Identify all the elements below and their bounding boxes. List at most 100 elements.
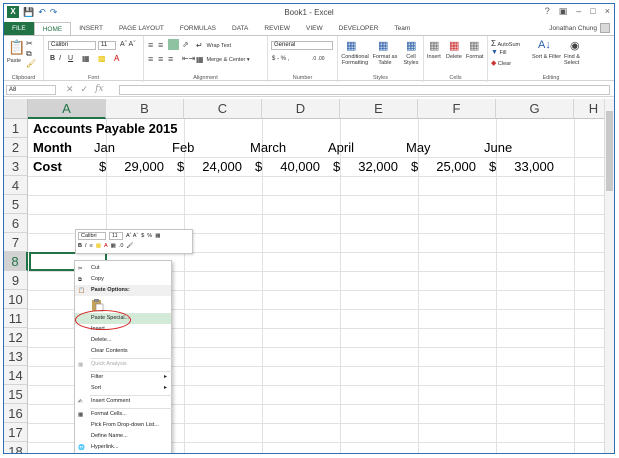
column-header-f[interactable]: F <box>418 99 496 119</box>
column-header-g[interactable]: G <box>496 99 574 119</box>
italic-button[interactable]: I <box>59 55 61 62</box>
format-painter-icon[interactable]: 🖌 <box>26 59 36 68</box>
column-header-c[interactable]: C <box>184 99 262 119</box>
fill-color-icon[interactable]: ▩ <box>98 54 106 63</box>
tab-home[interactable]: HOME <box>33 22 72 35</box>
cell-styles-icon[interactable]: ▦ <box>406 39 416 52</box>
mini-format-icon[interactable]: ▦ <box>155 233 160 239</box>
tab-developer[interactable]: DEVELOPER <box>331 22 387 35</box>
row-header-3[interactable]: 3 <box>4 157 28 176</box>
row-header-17[interactable]: 17 <box>4 423 28 442</box>
cancel-icon[interactable]: ✕ <box>66 84 74 95</box>
borders-icon[interactable]: ▦ <box>82 54 90 63</box>
mini-grow-font-icon[interactable]: Aˆ Aˇ <box>126 233 138 239</box>
ribbon-display-icon[interactable]: ▣ <box>559 6 568 17</box>
user-account[interactable]: Jonathan Chung <box>549 23 610 33</box>
cell-f2-month[interactable]: May <box>406 138 431 157</box>
tab-file[interactable]: FILE <box>4 22 34 35</box>
row-header-1[interactable]: 1 <box>4 119 28 138</box>
cell-a3-cost-label[interactable]: Cost <box>33 157 62 176</box>
column-header-e[interactable]: E <box>340 99 418 119</box>
find-select-button[interactable]: Find & Select <box>564 54 594 66</box>
row-header-9[interactable]: 9 <box>4 271 28 290</box>
accounting-format-button[interactable]: $ - % , <box>272 56 289 62</box>
cell-c2-month[interactable]: Feb <box>172 138 194 157</box>
row-header-2[interactable]: 2 <box>4 138 28 157</box>
format-cells-icon[interactable]: ▦ <box>469 39 479 52</box>
bold-button[interactable]: B <box>50 55 55 62</box>
row-header-10[interactable]: 10 <box>4 290 28 309</box>
top-align-icon[interactable]: ≡ <box>148 40 153 50</box>
row-header-13[interactable]: 13 <box>4 347 28 366</box>
cell-c3-cost[interactable]: 24,000 <box>202 157 242 176</box>
grow-font-icon[interactable]: Aˆ Aˇ <box>120 41 136 48</box>
paste-icon[interactable]: 📋 <box>8 39 25 56</box>
clear-button[interactable]: ◆ Clear <box>491 59 511 67</box>
align-center-icon[interactable]: ≡ <box>158 54 163 64</box>
cell-a1-title[interactable]: Accounts Payable 2015 <box>33 119 178 138</box>
row-header-8[interactable]: 8 <box>4 252 28 271</box>
mini-percent-button[interactable]: % <box>147 233 152 239</box>
wrap-text-button[interactable]: ↵ Wrap Text <box>196 41 231 50</box>
delete-cells-icon[interactable]: ▦ <box>449 39 459 52</box>
row-header-6[interactable]: 6 <box>4 214 28 233</box>
conditional-formatting-icon[interactable]: ▦ <box>346 39 356 52</box>
mini-currency-button[interactable]: $ <box>141 233 144 239</box>
formula-input[interactable] <box>119 85 610 95</box>
cell-e2-month[interactable]: April <box>328 138 354 157</box>
menu-item-clear-contents[interactable]: Clear Contents <box>75 346 171 357</box>
row-header-11[interactable]: 11 <box>4 309 28 328</box>
middle-align-icon[interactable]: ≡ <box>158 40 163 50</box>
row-header-16[interactable]: 16 <box>4 404 28 423</box>
select-all-corner[interactable] <box>4 99 28 119</box>
conditional-formatting-button[interactable]: Conditional Formatting <box>340 54 370 66</box>
close-button[interactable]: × <box>605 6 610 17</box>
cell-d2-month[interactable]: March <box>250 138 286 157</box>
cell-styles-button[interactable]: Cell Styles <box>400 54 422 66</box>
merge-center-button[interactable]: ▦ Merge & Center ▾ <box>196 55 250 64</box>
mini-italic-button[interactable]: I <box>85 243 87 249</box>
cell-g2-month[interactable]: June <box>484 138 512 157</box>
row-header-14[interactable]: 14 <box>4 366 28 385</box>
maximize-button[interactable]: □ <box>590 6 595 17</box>
column-header-b[interactable]: B <box>106 99 184 119</box>
fill-button[interactable]: ▼ Fill <box>491 49 507 56</box>
row-header-7[interactable]: 7 <box>4 233 28 252</box>
delete-cells-button[interactable]: Delete <box>446 54 462 60</box>
menu-item-delete[interactable]: Delete... <box>75 335 171 346</box>
row-header-4[interactable]: 4 <box>4 176 28 195</box>
menu-item-filter[interactable]: Filter ▸ <box>75 372 171 383</box>
font-name-dropdown[interactable]: Calibri <box>48 41 96 50</box>
insert-cells-button[interactable]: Insert <box>427 54 441 60</box>
tab-data[interactable]: DATA <box>224 22 256 35</box>
number-format-dropdown[interactable]: General <box>271 41 333 50</box>
paste-button[interactable]: Paste <box>7 58 21 64</box>
cell-b3-cost[interactable]: 29,000 <box>124 157 164 176</box>
enter-icon[interactable]: ✓ <box>81 84 89 95</box>
tab-formulas[interactable]: FORMULAS <box>172 22 224 35</box>
mini-format-painter-icon[interactable]: 🖌 <box>126 243 133 249</box>
align-left-icon[interactable]: ≡ <box>148 54 153 64</box>
sort-filter-button[interactable]: Sort & Filter <box>532 54 562 60</box>
insert-cells-icon[interactable]: ▦ <box>429 39 439 52</box>
menu-item-format-cells[interactable]: ▦ Format Cells... <box>75 409 171 420</box>
menu-item-define-name[interactable]: Define Name... <box>75 431 171 442</box>
mini-fill-color-icon[interactable]: ▩ <box>96 243 101 249</box>
align-right-icon[interactable]: ≡ <box>168 54 173 64</box>
cell-b2-month[interactable]: Jan <box>94 138 115 157</box>
sort-filter-icon[interactable]: A↓ <box>538 39 551 51</box>
minimize-button[interactable]: – <box>576 6 581 17</box>
mini-font-dropdown[interactable]: Calibri <box>78 232 106 240</box>
name-box[interactable]: A8 <box>6 85 56 95</box>
menu-item-cut[interactable]: ✂ Cut <box>75 263 171 274</box>
row-header-15[interactable]: 15 <box>4 385 28 404</box>
copy-icon[interactable]: ⧉ <box>26 49 32 59</box>
cut-icon[interactable]: ✂ <box>26 39 33 48</box>
font-size-dropdown[interactable]: 11 <box>98 41 116 50</box>
bottom-align-icon[interactable] <box>168 39 179 50</box>
mini-font-color-icon[interactable]: A <box>104 243 108 249</box>
row-header-5[interactable]: 5 <box>4 195 28 214</box>
tab-page-layout[interactable]: PAGE LAYOUT <box>111 22 172 35</box>
menu-item-hyperlink[interactable]: 🌐 Hyperlink... <box>75 442 171 453</box>
menu-item-pick-from-list[interactable]: Pick From Drop-down List... <box>75 420 171 431</box>
